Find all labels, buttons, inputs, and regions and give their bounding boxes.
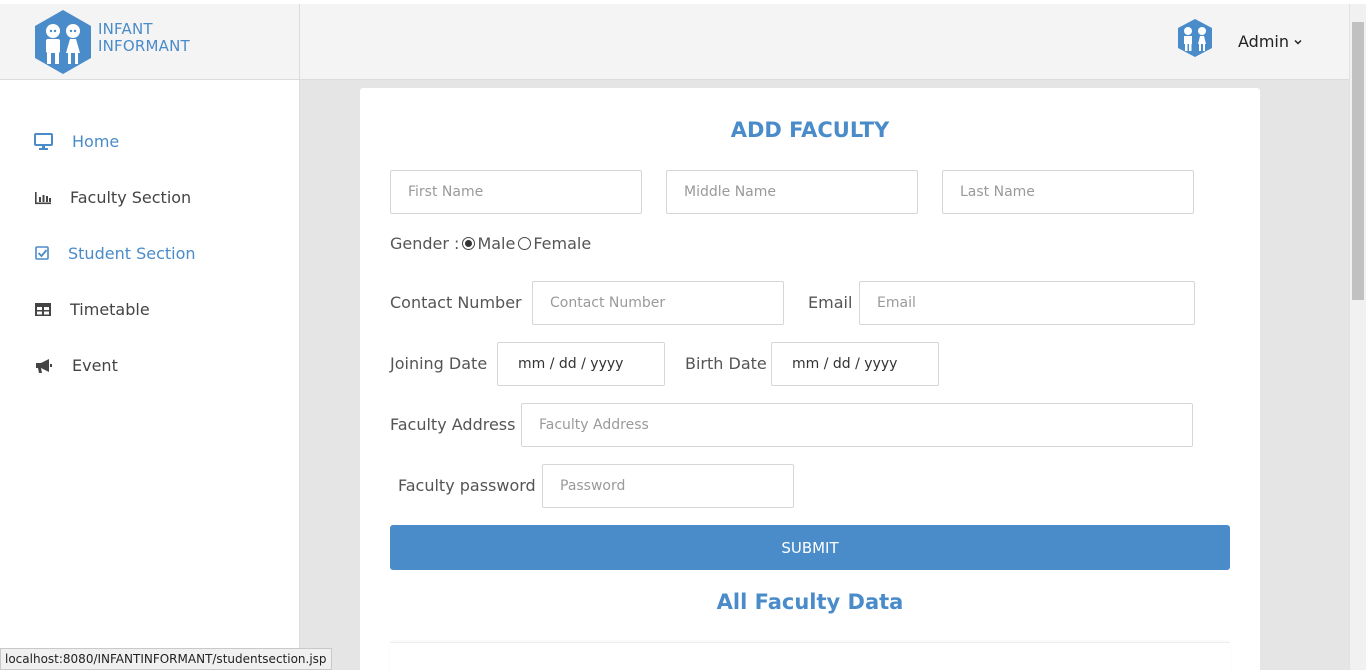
sidebar-item-label: Student Section <box>68 244 196 263</box>
birth-date-value: mm / dd / yyyy <box>792 356 898 372</box>
sidebar-item-label: Event <box>72 356 118 375</box>
joining-date-label: Joining Date <box>390 354 488 373</box>
admin-label: Admin <box>1238 32 1289 51</box>
sidebar-item-label: Faculty Section <box>70 188 192 207</box>
joining-date-value: mm / dd / yyyy <box>518 356 624 372</box>
family-avatar-icon[interactable] <box>1176 18 1214 58</box>
brand-name[interactable]: INFANT INFORMANT <box>98 21 190 55</box>
faculty-address-input[interactable] <box>521 403 1193 447</box>
brand-line-1: INFANT <box>98 20 153 38</box>
sidebar-item-student-section[interactable]: Student Section <box>0 226 300 282</box>
sidebar: INFANT INFORMANT Home Faculty Section St… <box>0 4 300 670</box>
faculty-address-label: Faculty Address <box>390 415 516 434</box>
middle-name-input[interactable] <box>666 170 918 214</box>
megaphone-icon <box>36 359 52 373</box>
faculty-password-input[interactable] <box>542 464 794 508</box>
faculty-password-label: Faculty password <box>398 476 536 495</box>
checkbox-icon <box>35 246 49 260</box>
page-scrollbar[interactable] <box>1349 4 1366 670</box>
all-faculty-data-title: All Faculty Data <box>716 590 904 614</box>
gender-male-radio[interactable] <box>462 237 476 250</box>
birth-date-input[interactable]: mm / dd / yyyy <box>771 342 939 386</box>
last-name-input[interactable] <box>942 170 1194 214</box>
sidebar-item-event[interactable]: Event <box>0 338 300 394</box>
top-header: Admin <box>300 4 1349 80</box>
bar-chart-icon <box>35 192 51 205</box>
gender-female-radio[interactable] <box>518 237 532 250</box>
browser-status-url: localhost:8080/INFANTINFORMANT/studentse… <box>0 648 332 670</box>
birth-date-label: Birth Date <box>685 354 767 373</box>
joining-date-input[interactable]: mm / dd / yyyy <box>497 342 665 386</box>
sidebar-item-faculty-section[interactable]: Faculty Section <box>0 170 300 226</box>
add-faculty-card: ADD FACULTY Gender : Male Female Contact… <box>360 88 1260 670</box>
chevron-down-icon <box>1294 39 1302 45</box>
form-title: ADD FACULTY <box>730 118 890 142</box>
admin-user-menu[interactable]: Admin <box>1238 32 1303 51</box>
email-label: Email <box>808 293 853 312</box>
sidebar-item-home[interactable]: Home <box>0 114 300 170</box>
children-hexagon-logo-icon[interactable] <box>33 9 93 75</box>
faculty-data-table <box>390 642 1230 670</box>
monitor-icon <box>34 133 53 150</box>
first-name-input[interactable] <box>390 170 642 214</box>
logo-area: INFANT INFORMANT <box>0 4 299 80</box>
contact-number-label: Contact Number <box>390 293 522 312</box>
sidebar-item-label: Home <box>72 132 120 151</box>
gender-male-label: Male <box>477 234 516 253</box>
scrollbar-thumb[interactable] <box>1352 22 1364 300</box>
submit-button[interactable]: SUBMIT <box>390 525 1230 570</box>
table-icon <box>35 303 51 316</box>
contact-number-input[interactable] <box>532 281 784 325</box>
sidebar-item-timetable[interactable]: Timetable <box>0 282 300 338</box>
gender-female-label: Female <box>533 234 592 253</box>
sidebar-menu: Home Faculty Section Student Section Tim… <box>0 114 300 394</box>
sidebar-item-label: Timetable <box>70 300 150 319</box>
email-input[interactable] <box>859 281 1195 325</box>
gender-label: Gender : <box>390 234 460 253</box>
gender-group: Gender : Male Female <box>390 234 591 253</box>
brand-line-2: INFORMANT <box>98 37 190 55</box>
